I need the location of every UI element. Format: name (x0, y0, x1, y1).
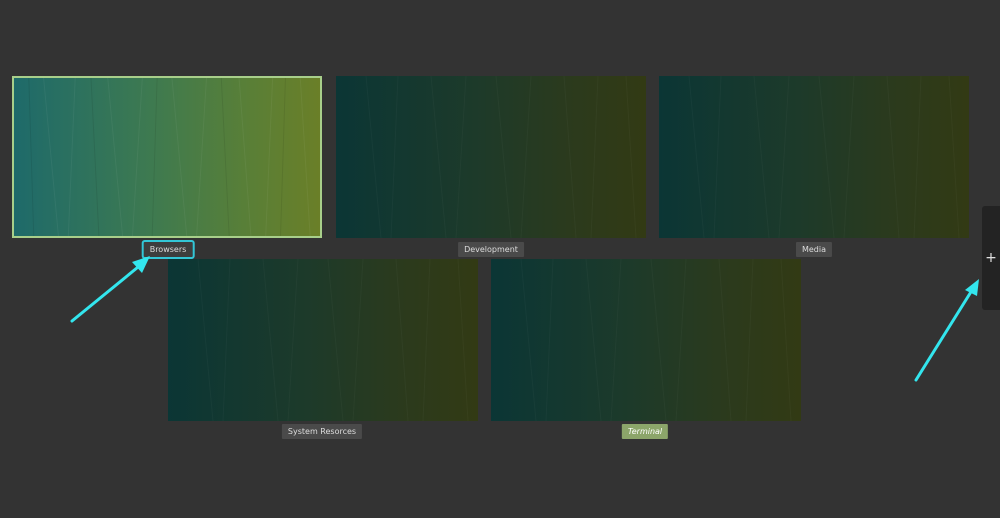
wallpaper-streaks (659, 76, 969, 238)
workspace-label-media[interactable]: Media (795, 242, 833, 257)
workspace-thumbnail[interactable] (12, 76, 322, 238)
plus-icon: + (985, 250, 997, 266)
workspace-label-development[interactable]: Development (458, 242, 524, 257)
wallpaper-streaks (491, 259, 801, 421)
workspace-label-terminal[interactable]: Terminal (621, 424, 669, 439)
workspace-label-browsers[interactable]: Browsers (141, 240, 195, 259)
workspace-thumbnail[interactable] (491, 259, 801, 421)
workspace-label-system-resources[interactable]: System Resorces (281, 424, 363, 439)
add-workspace-button[interactable]: + (982, 206, 1000, 310)
workspace-thumbnail[interactable] (336, 76, 646, 238)
wallpaper-streaks (28, 78, 311, 236)
workspace-thumbnail[interactable] (659, 76, 969, 238)
workspace-thumbnail[interactable] (168, 259, 478, 421)
wallpaper-streaks (336, 76, 646, 238)
wallpaper-streaks (168, 259, 478, 421)
